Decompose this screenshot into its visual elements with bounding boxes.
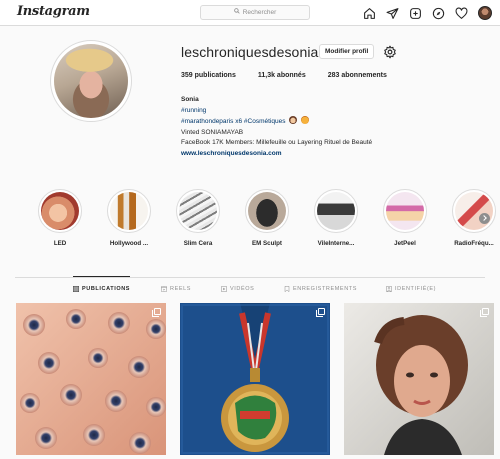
- bio-hashtag-running[interactable]: #running: [181, 106, 372, 117]
- tab-identifie[interactable]: IDENTIFIÉ(E): [386, 286, 436, 292]
- direct-messages-icon[interactable]: [386, 7, 399, 20]
- tab-videos[interactable]: VIDÉOS: [221, 286, 254, 292]
- highlight-slim-cera-thumbnail: [179, 192, 217, 230]
- tab-publications[interactable]: PUBLICATIONS: [73, 286, 130, 292]
- search-icon: [233, 6, 240, 19]
- bio-facebook-line: FaceBook 17K Members: Millefeuille ou La…: [181, 139, 373, 146]
- top-nav-bar: Instagram Rechercher: [0, 0, 500, 26]
- tabs-divider: [15, 277, 485, 278]
- carousel-icon: [152, 308, 161, 317]
- post-thumbnail-3[interactable]: [344, 303, 494, 455]
- profile-bio: Sonia #running #marathondeparis x6 #Cosm…: [181, 95, 372, 159]
- active-tab-indicator: [73, 276, 130, 277]
- following-count[interactable]: 283 abonnements: [328, 72, 387, 79]
- highlight-jetpeel-thumbnail: [386, 192, 424, 230]
- highlight-jetpeel[interactable]: JetPeel: [382, 189, 428, 247]
- highlights-next-chevron-icon[interactable]: [479, 213, 490, 224]
- carousel-icon: [316, 308, 325, 317]
- tab-reels[interactable]: REELS: [161, 286, 191, 292]
- activity-heart-icon[interactable]: [455, 6, 468, 20]
- explore-compass-icon[interactable]: [432, 7, 445, 20]
- highlight-led-thumbnail: [41, 192, 79, 230]
- post-thumbnail-1[interactable]: [16, 303, 166, 455]
- highlight-vile-interne[interactable]: VileInterne...: [313, 189, 359, 247]
- followers-count[interactable]: 11,3k abonnés: [258, 72, 306, 79]
- settings-gear-icon[interactable]: [383, 45, 397, 61]
- cat-emoji-icon: [301, 116, 310, 124]
- highlight-led[interactable]: LED: [37, 189, 83, 247]
- post-2-image: [180, 303, 330, 455]
- highlight-em-sculpt-thumbnail: [248, 192, 286, 230]
- bookmark-icon: [284, 286, 290, 292]
- new-post-icon[interactable]: [409, 7, 422, 20]
- grid-icon: [73, 286, 79, 292]
- story-highlights: LED Hollywood ... Slim Cera EM Sculpt Vi…: [37, 189, 497, 249]
- instagram-logo[interactable]: Instagram: [17, 4, 90, 19]
- edit-profile-button[interactable]: Modifier profil: [319, 44, 375, 59]
- hashtag-cosmetiques[interactable]: #Cosmétiques: [244, 118, 286, 125]
- carousel-icon: [480, 308, 489, 317]
- post-3-image: [344, 303, 494, 455]
- highlight-vile-interne-thumbnail: [317, 192, 355, 230]
- search-placeholder: Rechercher: [242, 9, 277, 17]
- bio-name: Sonia: [181, 96, 199, 103]
- highlight-radiofrequence[interactable]: RadioFréqu...: [451, 189, 497, 247]
- profile-photo: [54, 44, 128, 118]
- hashtag-marathondeparis[interactable]: #marathondeparis x6: [181, 118, 242, 125]
- highlight-hollywood[interactable]: Hollywood ...: [106, 189, 152, 247]
- profile-avatar-nav[interactable]: [478, 6, 492, 20]
- lady-emoji-icon: [289, 116, 298, 124]
- post-thumbnail-2[interactable]: [180, 303, 330, 455]
- bio-website-link[interactable]: www.leschroniquesdesonia.com: [181, 150, 282, 157]
- profile-stats: 359 publications 11,3k abonnés 283 abonn…: [181, 72, 409, 79]
- profile-username: leschroniquesdesonia: [181, 44, 319, 60]
- profile-avatar[interactable]: [50, 40, 132, 122]
- nav-icons: [363, 5, 492, 21]
- post-1-image: [16, 303, 166, 455]
- video-icon: [221, 286, 227, 292]
- tag-icon: [386, 286, 392, 292]
- search-input[interactable]: Rechercher: [200, 5, 310, 20]
- bio-vinted-line: Vinted SONIAMAYAB: [181, 128, 244, 136]
- highlight-hollywood-thumbnail: [110, 192, 148, 230]
- highlight-radiofrequence-thumbnail: [455, 192, 493, 230]
- highlight-em-sculpt[interactable]: EM Sculpt: [244, 189, 290, 247]
- reels-icon: [161, 286, 167, 292]
- home-icon[interactable]: [363, 7, 376, 20]
- publications-count: 359 publications: [181, 72, 236, 79]
- bio-hashtags-line: #marathondeparis x6 #Cosmétiques: [181, 116, 372, 128]
- tab-enregistrements[interactable]: ENREGISTREMENTS: [284, 286, 357, 292]
- highlight-slim-cera[interactable]: Slim Cera: [175, 189, 221, 247]
